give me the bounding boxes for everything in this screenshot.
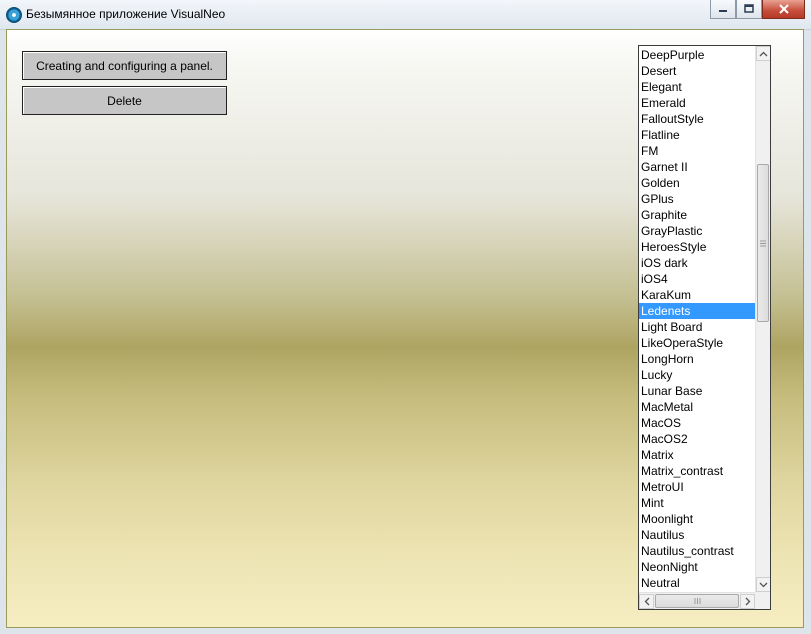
list-item[interactable]: Matrix_contrast <box>639 463 755 479</box>
chevron-left-icon <box>644 597 649 606</box>
list-item[interactable]: MacOS <box>639 415 755 431</box>
maximize-button[interactable] <box>736 0 762 19</box>
list-item[interactable]: FalloutStyle <box>639 111 755 127</box>
list-item[interactable]: LikeOperaStyle <box>639 335 755 351</box>
list-item[interactable]: Desert <box>639 63 755 79</box>
list-item[interactable]: Matrix <box>639 447 755 463</box>
list-item[interactable]: Lunar Base <box>639 383 755 399</box>
list-item[interactable]: Lucky <box>639 367 755 383</box>
minimize-icon <box>719 10 727 12</box>
list-item[interactable]: Mint <box>639 495 755 511</box>
list-item[interactable]: MacMetal <box>639 399 755 415</box>
list-item[interactable]: Moonlight <box>639 511 755 527</box>
close-icon <box>778 4 789 14</box>
maximize-icon <box>744 4 754 13</box>
theme-list-items: DeepPurple Desert Elegant Emerald FalloutSty… <box>639 47 755 592</box>
vertical-scrollbar[interactable] <box>755 46 770 592</box>
list-item[interactable]: Light Board <box>639 319 755 335</box>
chevron-right-icon <box>745 597 750 606</box>
list-item[interactable]: Emerald <box>639 95 755 111</box>
list-item[interactable]: Golden <box>639 175 755 191</box>
list-item[interactable]: DeepPurple <box>639 47 755 63</box>
list-item[interactable]: Nautilus_contrast <box>639 543 755 559</box>
list-item[interactable]: HeroesStyle <box>639 239 755 255</box>
app-icon[interactable] <box>6 7 22 23</box>
list-item[interactable]: Ledenets <box>639 303 755 319</box>
chevron-down-icon <box>759 582 768 587</box>
list-item[interactable]: LongHorn <box>639 351 755 367</box>
list-item[interactable]: iOS dark <box>639 255 755 271</box>
grip-icon <box>760 240 766 246</box>
list-item[interactable]: GrayPlastic <box>639 223 755 239</box>
main-panel: Creating and configuring a panel. Delete… <box>6 29 804 628</box>
list-item[interactable]: Nautilus <box>639 527 755 543</box>
grip-icon <box>694 598 700 604</box>
list-item[interactable]: Neutral <box>639 575 755 591</box>
vertical-scroll-thumb[interactable] <box>757 164 769 322</box>
horizontal-scroll-thumb[interactable] <box>655 594 739 608</box>
list-item[interactable]: FM <box>639 143 755 159</box>
list-item[interactable]: Graphite <box>639 207 755 223</box>
scroll-right-button[interactable] <box>740 594 755 609</box>
scrollbar-corner <box>755 592 770 609</box>
chevron-up-icon <box>759 51 768 56</box>
scroll-left-button[interactable] <box>639 594 654 609</box>
list-item[interactable]: GPlus <box>639 191 755 207</box>
caption-buttons <box>710 0 805 19</box>
close-button[interactable] <box>762 0 805 19</box>
list-item[interactable]: MetroUI <box>639 479 755 495</box>
scroll-down-button[interactable] <box>756 577 770 592</box>
list-item[interactable]: Flatline <box>639 127 755 143</box>
title-bar[interactable]: Безымянное приложение VisualNeo <box>0 0 811 30</box>
list-item[interactable]: NeonNight <box>639 559 755 575</box>
list-item[interactable]: iOS4 <box>639 271 755 287</box>
app-window: Безымянное приложение VisualNeo Creating… <box>0 0 811 634</box>
list-item[interactable]: Elegant <box>639 79 755 95</box>
horizontal-scrollbar[interactable] <box>639 592 755 609</box>
theme-listbox[interactable]: DeepPurple Desert Elegant Emerald FalloutSty… <box>638 45 771 610</box>
list-item[interactable]: Garnet II <box>639 159 755 175</box>
create-panel-button[interactable]: Creating and configuring a panel. <box>22 51 227 80</box>
list-item[interactable]: KaraKum <box>639 287 755 303</box>
list-item[interactable]: MacOS2 <box>639 431 755 447</box>
scroll-up-button[interactable] <box>756 46 770 61</box>
delete-button[interactable]: Delete <box>22 86 227 115</box>
window-title: Безымянное приложение VisualNeo <box>26 7 226 21</box>
minimize-button[interactable] <box>710 0 736 19</box>
